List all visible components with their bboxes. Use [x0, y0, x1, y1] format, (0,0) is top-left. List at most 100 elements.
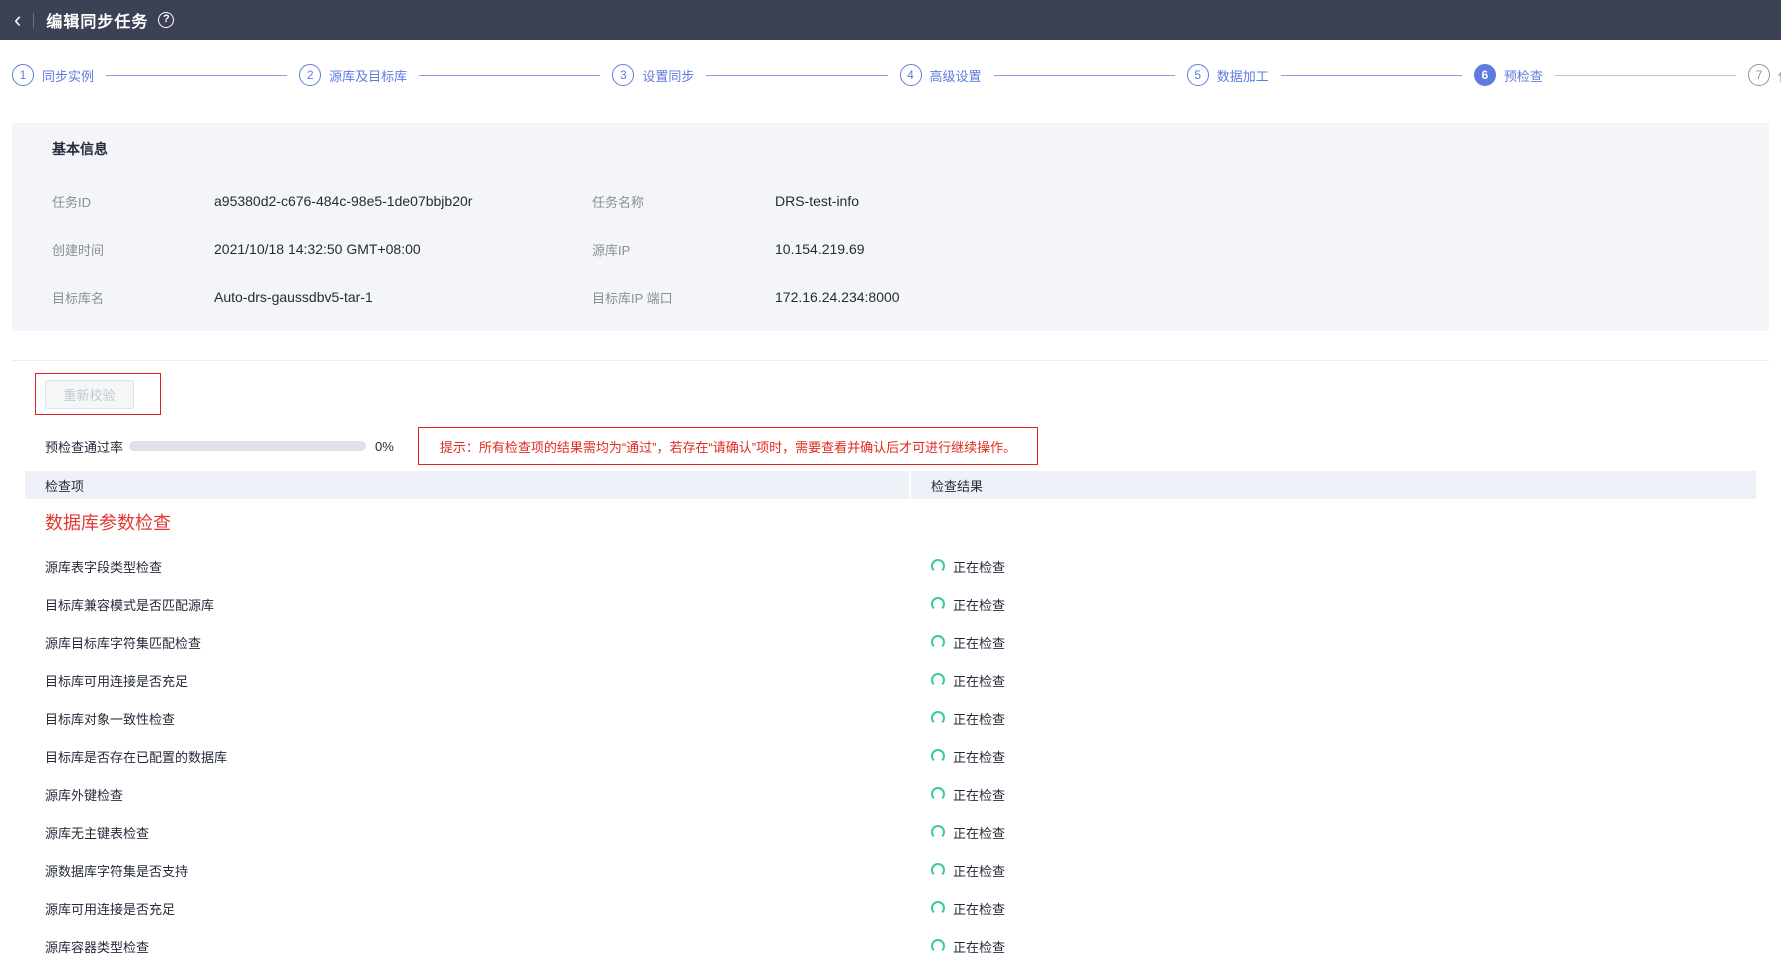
field-value-target-db: Auto-drs-gaussdbv5-tar-1 [214, 289, 592, 305]
pass-rate-progressbar [129, 441, 366, 451]
wizard-step-6-active[interactable]: 6 预检查 [1474, 64, 1543, 86]
check-status-text: 正在检查 [953, 671, 1005, 690]
field-value-create-time: 2021/10/18 14:32:50 GMT+08:00 [214, 241, 592, 257]
step-wizard: 1 同步实例 2 源库及目标库 3 设置同步 4 高级设置 5 数据加工 6 预… [0, 40, 1781, 110]
top-bar: ‹ 编辑同步任务 ? [0, 0, 1781, 40]
check-status-text: 正在检查 [953, 937, 1005, 956]
info-row: 任务ID a95380d2-c676-484c-98e5-1de07bbjb20… [52, 177, 1729, 225]
step-connector [994, 75, 1175, 76]
annotation-rect-tip: 提示：所有检查项的结果需均为“通过”，若存在“请确认”项时，需要查看并确认后才可… [418, 427, 1038, 465]
field-label-source-ip: 源库IP [592, 240, 775, 259]
step-label: 源库及目标库 [329, 66, 407, 85]
loading-spinner-icon [931, 673, 945, 687]
check-table-header: 检查项 检查结果 [25, 471, 1756, 499]
check-status-text: 正在检查 [953, 595, 1005, 614]
check-status: 正在检查 [911, 899, 1756, 918]
loading-spinner-icon [931, 597, 945, 611]
check-group-title: 数据库参数检查 [45, 511, 1756, 535]
tip-text: 提示：所有检查项的结果需均为“通过”，若存在“请确认”项时，需要查看并确认后才可… [440, 437, 1016, 456]
step-number-circle: 3 [612, 64, 634, 86]
wizard-step-3[interactable]: 3 设置同步 [612, 64, 694, 86]
loading-spinner-icon [931, 863, 945, 877]
check-item-name: 目标库是否存在已配置的数据库 [25, 747, 911, 766]
check-status: 正在检查 [911, 937, 1756, 956]
loading-spinner-icon [931, 635, 945, 649]
basic-info-title: 基本信息 [52, 139, 1729, 159]
basic-info-panel: 基本信息 任务ID a95380d2-c676-484c-98e5-1de07b… [12, 123, 1769, 331]
check-item-name: 目标库兼容模式是否匹配源库 [25, 595, 911, 614]
wizard-step-4[interactable]: 4 高级设置 [900, 64, 982, 86]
help-icon[interactable]: ? [158, 12, 174, 28]
precheck-section: 重新校验 预检查通过率 0% 提示：所有检查项的结果需均为“通过”，若存在“请确… [0, 373, 1781, 965]
check-status: 正在检查 [911, 823, 1756, 842]
back-icon[interactable]: ‹ [14, 10, 21, 30]
step-connector [706, 75, 887, 76]
info-row: 目标库名 Auto-drs-gaussdbv5-tar-1 目标库IP 端口 1… [52, 273, 1729, 321]
check-item-name: 源库无主键表检查 [25, 823, 911, 842]
field-value-target-ip-port: 172.16.24.234:8000 [775, 289, 1729, 305]
check-status-text: 正在检查 [953, 899, 1005, 918]
step-connector [106, 75, 287, 76]
loading-spinner-icon [931, 559, 945, 573]
section-divider [12, 360, 1769, 361]
wizard-step-2[interactable]: 2 源库及目标库 [299, 64, 407, 86]
column-header-result: 检查结果 [911, 471, 1756, 499]
page-title: 编辑同步任务 [46, 8, 148, 32]
check-item-name: 源数据库字符集是否支持 [25, 861, 911, 880]
check-item-name: 源库可用连接是否充足 [25, 899, 911, 918]
check-row: 目标库可用连接是否充足 正在检查 [25, 661, 1756, 699]
check-status-text: 正在检查 [953, 557, 1005, 576]
check-item-name: 源库表字段类型检查 [25, 557, 911, 576]
wizard-step-1[interactable]: 1 同步实例 [12, 64, 94, 86]
field-value-task-name: DRS-test-info [775, 193, 1729, 209]
check-row: 源库目标库字符集匹配检查 正在检查 [25, 623, 1756, 661]
pass-rate-row: 预检查通过率 0% 提示：所有检查项的结果需均为“通过”，若存在“请确认”项时，… [45, 427, 1769, 465]
check-row: 目标库兼容模式是否匹配源库 正在检查 [25, 585, 1756, 623]
check-status-text: 正在检查 [953, 785, 1005, 804]
check-status: 正在检查 [911, 747, 1756, 766]
check-item-name: 目标库对象一致性检查 [25, 709, 911, 728]
step-connector [1555, 75, 1736, 76]
check-row: 源库容器类型检查 正在检查 [25, 927, 1756, 965]
wizard-step-5[interactable]: 5 数据加工 [1187, 64, 1269, 86]
check-status: 正在检查 [911, 557, 1756, 576]
recheck-button[interactable]: 重新校验 [45, 380, 134, 409]
check-item-name: 源库容器类型检查 [25, 937, 911, 956]
step-label: 高级设置 [930, 66, 982, 85]
step-label: 设置同步 [642, 66, 694, 85]
field-label-target-db: 目标库名 [52, 288, 214, 307]
loading-spinner-icon [931, 711, 945, 725]
step-connector [1281, 75, 1462, 76]
field-value-source-ip: 10.154.219.69 [775, 241, 1729, 257]
step-label: 数据加工 [1217, 66, 1269, 85]
step-label: 同步实例 [42, 66, 94, 85]
check-row: 目标库对象一致性检查 正在检查 [25, 699, 1756, 737]
check-status: 正在检查 [911, 709, 1756, 728]
check-status-text: 正在检查 [953, 747, 1005, 766]
check-table: 检查项 检查结果 数据库参数检查 源库表字段类型检查 正在检查 目标库兼容模式是… [25, 471, 1756, 965]
loading-spinner-icon [931, 901, 945, 915]
wizard-step-7[interactable]: 7 任务确认 [1748, 64, 1781, 86]
info-row: 创建时间 2021/10/18 14:32:50 GMT+08:00 源库IP … [52, 225, 1729, 273]
step-number-circle: 1 [12, 64, 34, 86]
check-status: 正在检查 [911, 595, 1756, 614]
check-status-text: 正在检查 [953, 633, 1005, 652]
step-number-circle: 5 [1187, 64, 1209, 86]
check-status: 正在检查 [911, 785, 1756, 804]
check-item-name: 目标库可用连接是否充足 [25, 671, 911, 690]
check-status-text: 正在检查 [953, 823, 1005, 842]
check-item-name: 源库目标库字符集匹配检查 [25, 633, 911, 652]
loading-spinner-icon [931, 749, 945, 763]
pass-rate-label: 预检查通过率 [45, 437, 123, 456]
annotation-rect-recheck: 重新校验 [35, 373, 161, 415]
field-label-create-time: 创建时间 [52, 240, 214, 259]
loading-spinner-icon [931, 939, 945, 953]
check-row: 目标库是否存在已配置的数据库 正在检查 [25, 737, 1756, 775]
field-label-task-name: 任务名称 [592, 192, 775, 211]
check-row: 源数据库字符集是否支持 正在检查 [25, 851, 1756, 889]
check-status: 正在检查 [911, 671, 1756, 690]
loading-spinner-icon [931, 787, 945, 801]
column-header-item: 检查项 [25, 471, 909, 499]
check-status: 正在检查 [911, 861, 1756, 880]
check-row: 源库无主键表检查 正在检查 [25, 813, 1756, 851]
